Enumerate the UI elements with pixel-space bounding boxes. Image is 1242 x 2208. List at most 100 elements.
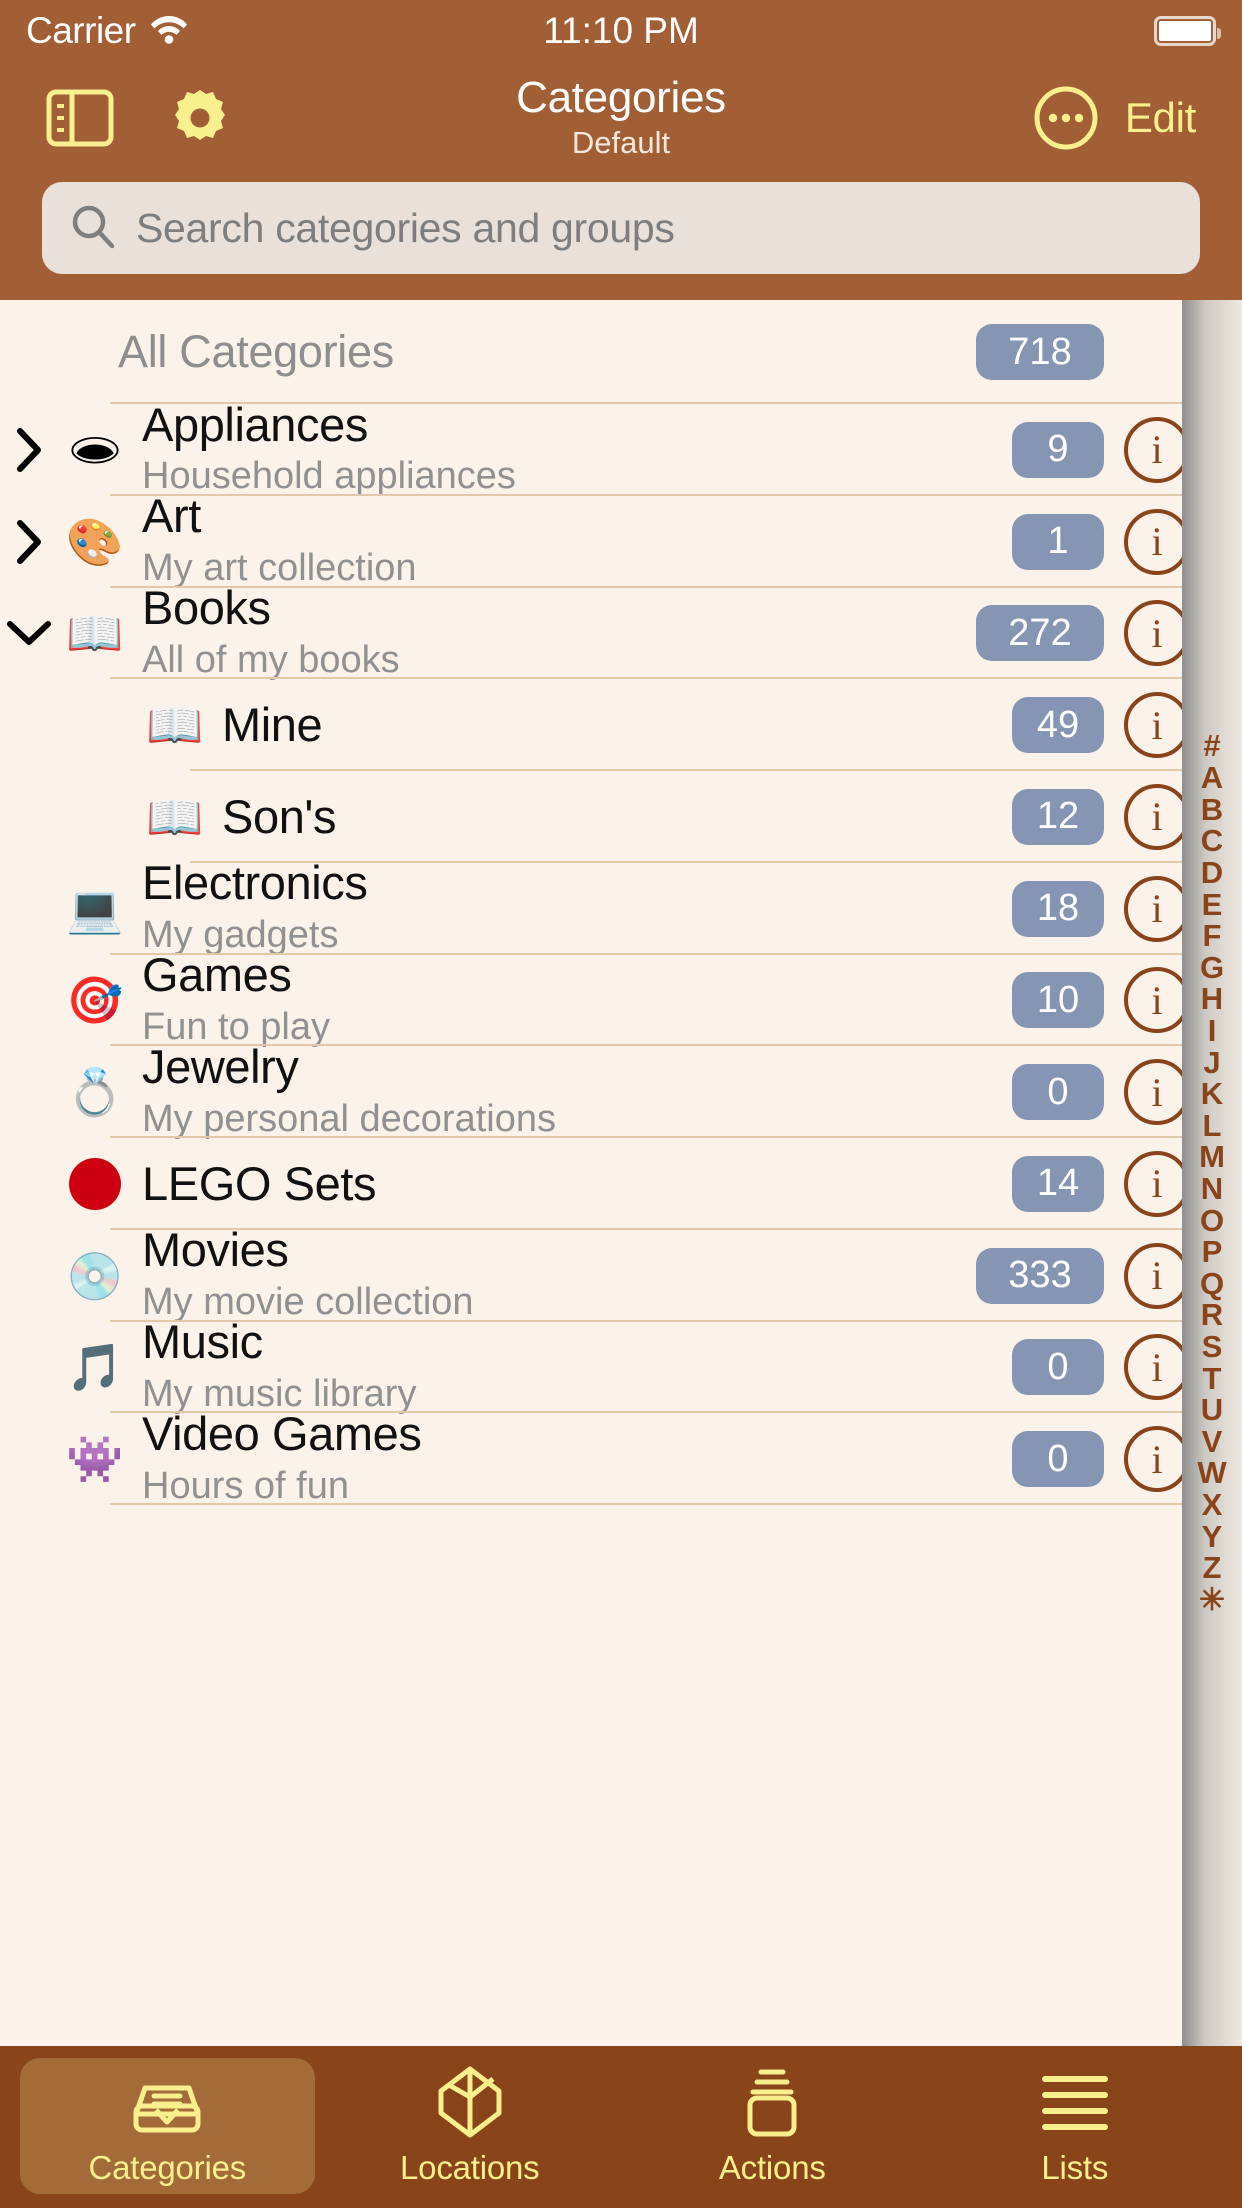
table-row[interactable]: 📖 Books All of my books 272 i: [0, 582, 1242, 681]
info-icon[interactable]: i: [1124, 508, 1190, 575]
category-emoji-icon: 📖: [146, 699, 204, 752]
all-categories-row[interactable]: All Categories 718: [0, 300, 1242, 404]
info-icon[interactable]: i: [1124, 783, 1190, 850]
alpha-index-t[interactable]: T: [1182, 1363, 1242, 1395]
info-icon[interactable]: i: [1124, 1426, 1190, 1493]
all-categories-badge: 718: [976, 324, 1104, 380]
category-emoji-icon: 📖: [146, 790, 204, 843]
alpha-index-a[interactable]: A: [1182, 762, 1242, 794]
table-row[interactable]: 🎯 Games Fun to play 10 i: [0, 949, 1242, 1048]
alpha-index-q[interactable]: Q: [1182, 1268, 1242, 1300]
table-row[interactable]: 🎨 Art My art collection 1 i: [0, 491, 1242, 589]
alpha-index-w[interactable]: W: [1182, 1457, 1242, 1489]
page-title: Categories: [516, 73, 726, 123]
count-badge: 1: [1012, 513, 1104, 570]
info-icon[interactable]: i: [1124, 1334, 1190, 1401]
alpha-index-l[interactable]: L: [1182, 1110, 1242, 1142]
alpha-index-d[interactable]: D: [1182, 857, 1242, 889]
count-badge: 12: [1012, 788, 1104, 845]
count-badge: 0: [1012, 1339, 1104, 1396]
alpha-index-e[interactable]: E: [1182, 888, 1242, 921]
app-screen: Carrier 11:10 PM Categories Default Edit…: [0, 0, 1242, 2208]
navigation-bar: Categories Default Edit Search categorie…: [0, 62, 1242, 300]
status-bar: Carrier 11:10 PM: [0, 0, 1242, 62]
row-title: Jewelry: [142, 1039, 299, 1093]
table-row[interactable]: 💍 Jewelry My personal decorations 0 i: [0, 1041, 1242, 1140]
info-icon[interactable]: i: [1124, 692, 1190, 759]
count-badge: 49: [1012, 697, 1104, 754]
table-row[interactable]: 📖 Son's 12 i: [0, 771, 1242, 863]
row-text-block: Music My music library: [132, 1316, 1012, 1417]
gear-icon[interactable]: [168, 86, 232, 150]
category-emoji-icon: 💻: [66, 882, 124, 935]
category-emoji-icon: 🎯: [66, 974, 124, 1027]
edit-button[interactable]: Edit: [1125, 94, 1196, 142]
alpha-index-m[interactable]: M: [1182, 1141, 1242, 1173]
alphabet-index-scrubber[interactable]: # A B C D E F G H I J K L M N O P Q R S T U V W X Y Z ✳: [1182, 300, 1242, 2046]
alpha-index-v[interactable]: V: [1182, 1426, 1242, 1458]
count-badge: 10: [1012, 972, 1104, 1029]
row-title: LEGO Sets: [142, 1156, 377, 1210]
chevron-right-icon[interactable]: [0, 426, 58, 474]
row-text-block: Jewelry My personal decorations: [132, 1039, 1012, 1142]
info-icon[interactable]: i: [1124, 875, 1190, 942]
count-badge: 272: [976, 605, 1104, 662]
tab-locations[interactable]: Locations: [323, 2058, 618, 2194]
table-row[interactable]: 💿 Movies My movie collection 333 i: [0, 1225, 1242, 1323]
ellipsis-circle-icon[interactable]: [1033, 85, 1099, 151]
alpha-index-o[interactable]: O: [1182, 1204, 1242, 1237]
row-text-block: LEGO Sets: [132, 1156, 1012, 1210]
categories-list[interactable]: All Categories 718 🕳 Appliances Household …: [0, 300, 1242, 2046]
wifi-icon: [150, 13, 188, 50]
row-text-block: Games Fun to play: [132, 949, 1012, 1050]
tab-categories[interactable]: Categories: [20, 2058, 315, 2194]
alpha-index-z[interactable]: Z: [1182, 1552, 1242, 1584]
table-row[interactable]: 🕳 Appliances Household appliances 9 i: [0, 399, 1242, 497]
table-row[interactable]: LEGO Sets 14 i: [0, 1138, 1242, 1230]
info-icon[interactable]: i: [1124, 1059, 1190, 1126]
tab-lists[interactable]: Lists: [928, 2058, 1223, 2194]
alpha-index-x[interactable]: X: [1182, 1489, 1242, 1521]
row-separator: [110, 1503, 1242, 1505]
count-badge: 0: [1012, 1431, 1104, 1488]
search-input[interactable]: Search categories and groups: [42, 182, 1200, 274]
color-dot-icon: [58, 1157, 132, 1210]
tab-actions[interactable]: Actions: [625, 2058, 920, 2194]
table-row[interactable]: 👾 Video Games Hours of fun 0 i: [0, 1408, 1242, 1507]
table-row[interactable]: 📖 Mine 49 i: [0, 679, 1242, 771]
alpha-index-j[interactable]: J: [1182, 1046, 1242, 1079]
tab-label: Actions: [718, 2149, 826, 2186]
info-icon[interactable]: i: [1124, 967, 1190, 1034]
chevron-right-icon[interactable]: [0, 518, 58, 566]
table-row[interactable]: 🎵 Music My music library 0 i: [0, 1316, 1242, 1415]
alpha-index-b[interactable]: B: [1182, 794, 1242, 826]
alpha-index-n[interactable]: N: [1182, 1173, 1242, 1205]
category-emoji-icon: 👾: [66, 1433, 124, 1486]
alpha-index-star[interactable]: ✳: [1182, 1584, 1242, 1616]
row-text-block: Electronics My gadgets: [132, 858, 1012, 958]
bottom-tab-bar: Categories Locations Actions Lists: [0, 2046, 1242, 2208]
alpha-index-g[interactable]: G: [1182, 952, 1242, 984]
info-icon[interactable]: i: [1124, 416, 1190, 483]
count-badge: 18: [1012, 880, 1104, 937]
info-icon[interactable]: i: [1124, 600, 1190, 667]
info-icon[interactable]: i: [1124, 1150, 1190, 1217]
alpha-index-k[interactable]: K: [1182, 1078, 1242, 1110]
table-row[interactable]: 💻 Electronics My gadgets 18 i: [0, 858, 1242, 956]
alpha-index-f[interactable]: F: [1182, 920, 1242, 952]
alpha-index-u[interactable]: U: [1182, 1394, 1242, 1426]
alpha-index-i[interactable]: I: [1182, 1015, 1242, 1047]
alpha-index-h[interactable]: H: [1182, 983, 1242, 1015]
alpha-index-s[interactable]: S: [1182, 1331, 1242, 1363]
alpha-index-c[interactable]: C: [1182, 825, 1242, 857]
row-text-block: Books All of my books: [132, 582, 976, 683]
alpha-index-p[interactable]: P: [1182, 1236, 1242, 1268]
alpha-index-y[interactable]: Y: [1182, 1521, 1242, 1553]
sidebar-toggle-icon[interactable]: [46, 89, 114, 147]
chevron-down-icon[interactable]: [0, 618, 58, 648]
search-placeholder: Search categories and groups: [136, 204, 675, 251]
alpha-index-r[interactable]: R: [1182, 1299, 1242, 1331]
alpha-index-hash[interactable]: #: [1182, 730, 1242, 762]
battery-full-icon: [1154, 16, 1221, 46]
info-icon[interactable]: i: [1124, 1242, 1190, 1309]
